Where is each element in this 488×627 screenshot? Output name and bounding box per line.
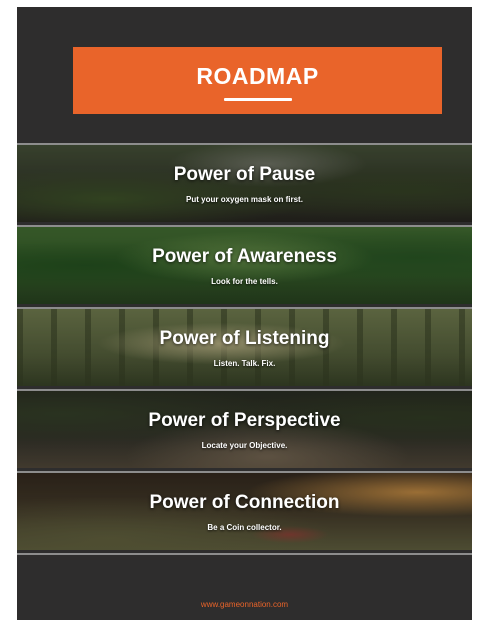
section-power-of-awareness: Power of Awareness Look for the tells. xyxy=(17,225,472,304)
divider xyxy=(17,553,472,555)
roadmap-poster: ROADMAP Power of Pause Put your oxygen m… xyxy=(17,7,472,620)
title-underline xyxy=(223,97,292,101)
section-subtitle: Look for the tells. xyxy=(211,276,278,286)
section-power-of-listening: Power of Listening Listen. Talk. Fix. xyxy=(17,307,472,386)
section-subtitle: Listen. Talk. Fix. xyxy=(213,358,276,368)
section-title: Power of Perspective xyxy=(148,409,341,431)
section-subtitle: Locate your Objective. xyxy=(201,440,288,450)
section-subtitle: Be a Coin collector. xyxy=(207,522,282,532)
roadmap-title-banner: ROADMAP xyxy=(73,47,442,114)
section-power-of-perspective: Power of Perspective Locate your Objecti… xyxy=(17,389,472,468)
section-title: Power of Connection xyxy=(149,491,340,513)
section-title: Power of Listening xyxy=(159,327,330,349)
section-title: Power of Awareness xyxy=(152,245,337,267)
section-title: Power of Pause xyxy=(173,163,316,185)
section-power-of-pause: Power of Pause Put your oxygen mask on f… xyxy=(17,143,472,222)
section-subtitle: Put your oxygen mask on first. xyxy=(186,194,303,204)
footer-website-link[interactable]: www.gameonnation.com xyxy=(17,600,472,609)
page-title: ROADMAP xyxy=(196,62,319,89)
section-power-of-connection: Power of Connection Be a Coin collector. xyxy=(17,471,472,550)
